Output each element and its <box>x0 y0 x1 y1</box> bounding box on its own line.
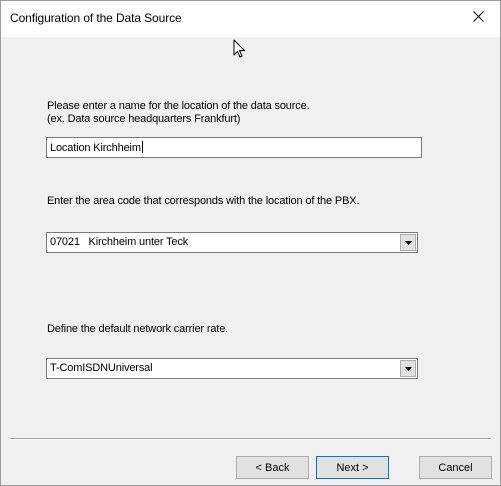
carrier-rate-selected: T-ComISDNUniversal <box>50 362 153 374</box>
close-icon <box>472 10 484 22</box>
close-button[interactable] <box>456 1 500 31</box>
footer-separator <box>10 438 491 440</box>
carrier-prompt: Define the default network carrier rate. <box>47 323 229 335</box>
location-prompt-line1: Please enter a name for the location of … <box>47 100 310 112</box>
chevron-down-icon <box>404 366 412 371</box>
location-name-input[interactable]: Location Kirchheim <box>46 137 422 158</box>
area-code-selected: 07021 Kirchheim unter Teck <box>50 236 189 248</box>
location-name-value: Location Kirchheim <box>50 142 141 154</box>
text-caret <box>141 141 143 153</box>
cancel-button[interactable]: Cancel <box>419 456 492 479</box>
location-prompt-line2: (ex. Data source headquarters Frankfurt) <box>47 113 241 125</box>
area-code-dropdown-button[interactable] <box>400 234 416 251</box>
mouse-pointer-icon <box>233 39 247 62</box>
area-code-prompt: Enter the area code that corresponds wit… <box>47 195 360 207</box>
window-title: Configuration of the Data Source <box>10 11 182 25</box>
chevron-down-icon <box>404 240 412 245</box>
title-bar: Configuration of the Data Source <box>1 1 500 37</box>
back-button[interactable]: < Back <box>236 456 309 479</box>
wizard-dialog: Configuration of the Data Source Please … <box>0 0 501 486</box>
carrier-rate-dropdown[interactable]: T-ComISDNUniversal <box>46 358 418 379</box>
next-button[interactable]: Next > <box>316 456 389 479</box>
carrier-rate-dropdown-button[interactable] <box>400 360 416 377</box>
area-code-dropdown[interactable]: 07021 Kirchheim unter Teck <box>46 232 418 253</box>
